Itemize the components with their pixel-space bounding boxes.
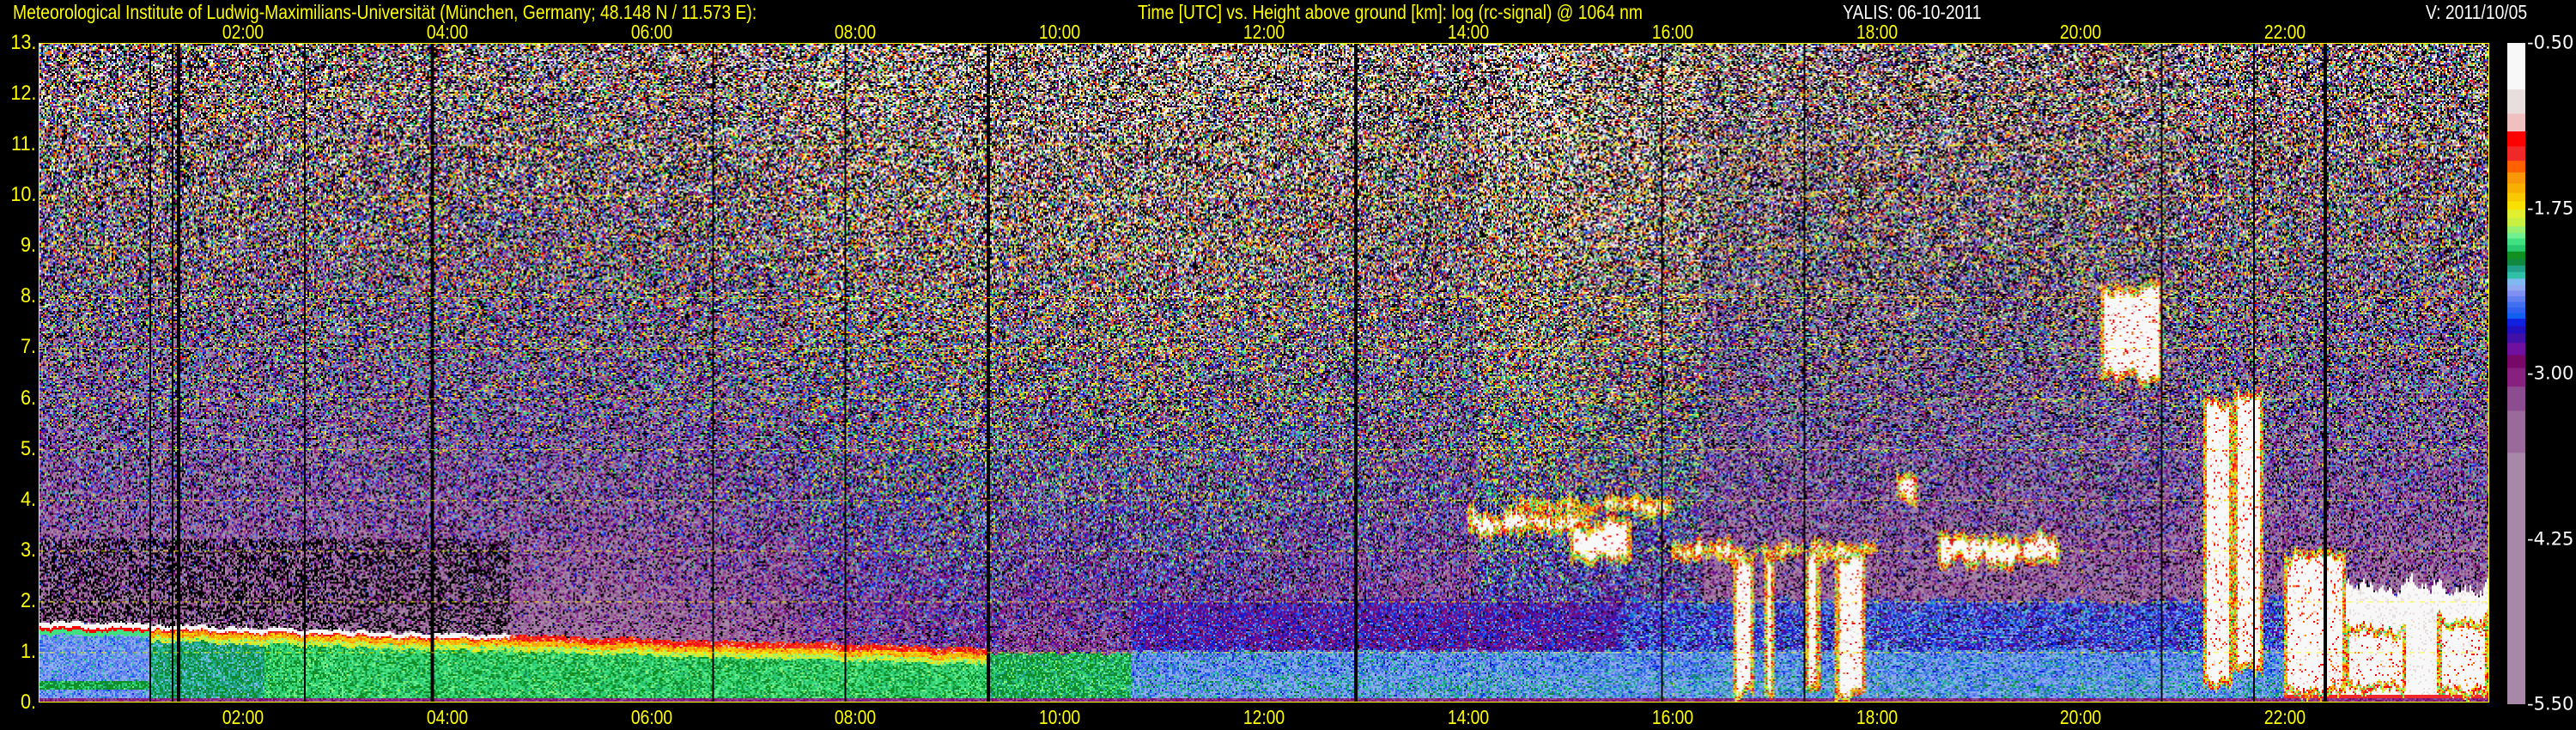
colorbar-bin [2507,278,2525,286]
colorbar-bin [2507,131,2525,147]
x-tick-label: 08:00 [835,21,877,43]
colorbar-bin [2507,172,2525,185]
y-tick-label: 1. [20,639,36,663]
version-label: V: 2011/10/05 [2426,1,2528,23]
colorbar-bin [2507,259,2525,266]
colorbar-bin [2507,368,2525,387]
x-tick-label: 18:00 [1856,706,1898,728]
x-tick-label: 14:00 [1447,21,1490,43]
colorbar-bin [2507,333,2525,344]
colorbar [2507,43,2525,704]
x-tick-label: 12:00 [1242,21,1285,43]
colorbar-bin [2507,201,2525,210]
y-tick-label: 10. [9,183,36,207]
x-tick-label: 06:00 [630,21,672,43]
colorbar-bin [2507,245,2525,252]
colorbar-bin [2507,113,2525,132]
y-tick-label: 5. [20,436,36,460]
colorbar-bin [2507,411,2525,453]
colorbar-bin [2507,284,2525,291]
colorbar-bin [2507,307,2525,313]
y-tick-label: 0. [20,690,36,714]
colorbar-bin [2507,355,2525,369]
colorbar-bin [2507,89,2525,114]
colorbar-bin [2507,271,2525,279]
y-tick-label: 6. [20,386,36,410]
y-tick-label: 8. [20,284,36,308]
x-tick-label: 08:00 [835,706,877,728]
x-tick-label: 04:00 [426,706,468,728]
y-tick-label: 4. [20,487,36,511]
x-tick-label: 20:00 [2060,706,2102,728]
colorbar-bin [2507,343,2525,356]
colorbar-bin [2507,192,2525,202]
colorbar-tick-label: -5.50 [2527,693,2574,715]
colorbar-bin [2507,226,2525,234]
y-tick-label: 13. [9,31,36,54]
instrument-date: YALIS: 06-10-2011 [1843,1,1982,23]
x-tick-label: 02:00 [222,21,264,43]
x-tick-label: 10:00 [1038,21,1081,43]
x-tick-label: 12:00 [1242,706,1285,728]
colorbar-tick-label: -3.00 [2527,362,2574,384]
x-tick-label: 16:00 [1651,21,1693,43]
colorbar-tick-label: -0.50 [2527,32,2574,53]
y-tick-label: 11. [11,132,36,156]
colorbar-bin [2507,183,2525,194]
y-tick-label: 12. [9,82,36,106]
x-tick-label: 22:00 [2263,21,2306,43]
colorbar-bin [2507,290,2525,297]
colorbar-bin [2507,210,2525,219]
colorbar-bin [2507,301,2525,308]
grid-lines [39,44,2488,702]
colorbar-bin [2507,295,2525,303]
plot-description: Time [UTC] vs. Height above ground [km]:… [1138,1,1643,23]
colorbar-bin [2507,43,2525,90]
colorbar-tick-label: -4.25 [2527,528,2574,549]
colorbar-bin [2507,251,2525,260]
y-tick-label: 2. [20,588,36,612]
institute-title: Meteorological Institute of Ludwig-Maxim… [13,1,757,23]
colorbar-bin [2507,453,2525,704]
colorbar-bin [2507,265,2525,273]
colorbar-tick-label: -1.75 [2527,198,2574,218]
lidar-heatmap [39,43,2489,703]
colorbar-bin [2507,386,2525,411]
y-tick-label: 3. [20,538,36,562]
colorbar-bin [2507,325,2525,334]
x-tick-label: 04:00 [426,21,468,43]
colorbar-bin [2507,161,2525,173]
x-tick-label: 22:00 [2263,706,2306,728]
x-tick-label: 20:00 [2060,21,2102,43]
x-tick-label: 10:00 [1038,706,1081,728]
x-tick-label: 02:00 [222,706,264,728]
colorbar-bin [2507,319,2525,327]
colorbar-bin [2507,146,2525,161]
x-tick-label: 14:00 [1447,706,1490,728]
x-tick-label: 16:00 [1651,706,1693,728]
colorbar-bin [2507,313,2525,319]
y-tick-label: 7. [20,335,36,359]
colorbar-bin [2507,238,2525,246]
y-tick-label: 9. [20,234,36,258]
colorbar-bin [2507,217,2525,228]
x-tick-label: 18:00 [1856,21,1898,43]
x-tick-label: 06:00 [630,706,672,728]
colorbar-bin [2507,233,2525,240]
